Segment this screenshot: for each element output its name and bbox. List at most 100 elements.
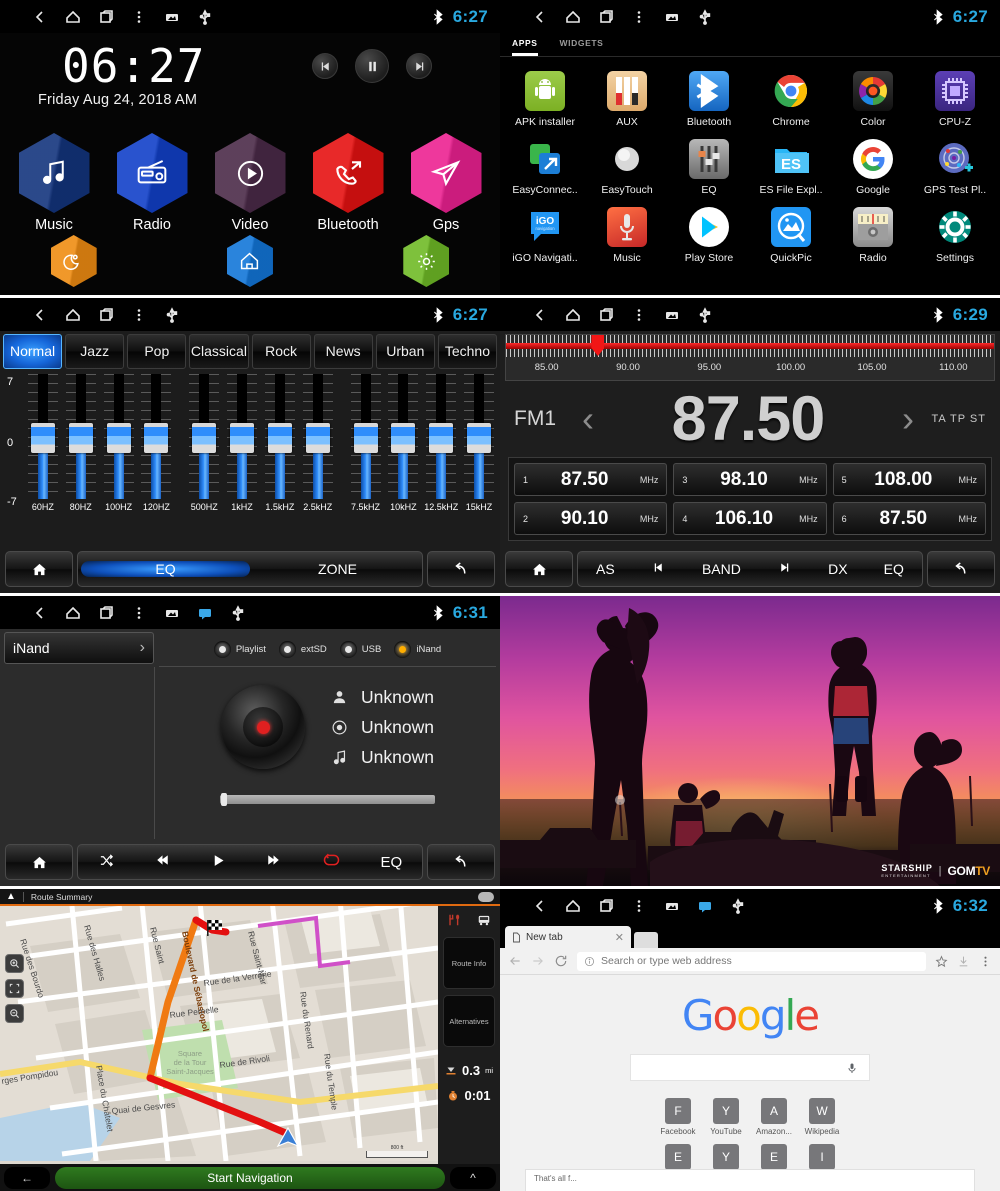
back-icon[interactable] — [32, 307, 48, 323]
radio-preset-3[interactable]: 3 98.10 MHz — [673, 463, 827, 496]
new-tab-button[interactable] — [634, 932, 658, 948]
eq-band-2.5khz[interactable]: 2.5kHZ — [299, 374, 337, 512]
radio-preset-1[interactable]: 1 87.50 MHz — [514, 463, 668, 496]
zoom-out-button[interactable] — [5, 1004, 24, 1023]
app-es-file-explorer[interactable]: ES ES File Expl.. — [750, 133, 832, 199]
overflow-icon[interactable] — [631, 307, 647, 323]
recents-icon[interactable] — [598, 898, 614, 914]
tune-down-button[interactable]: ‹ — [576, 398, 600, 440]
eq-band-12.5khz[interactable]: 12.5kHZ — [422, 374, 460, 512]
eq-band-500hz[interactable]: 500HZ — [185, 374, 223, 512]
radio-preset-4[interactable]: 4 106.10 MHz — [673, 502, 827, 535]
home-tile-home[interactable] — [226, 235, 273, 287]
nav-forward-icon[interactable] — [531, 954, 545, 968]
zone-tab[interactable]: ZONE — [253, 561, 422, 577]
eq-band-80hz[interactable]: 80HZ — [62, 374, 100, 512]
home-tile-video[interactable]: Video — [214, 133, 286, 233]
play-pause-button[interactable] — [355, 49, 389, 83]
poi-restaurant-icon[interactable] — [447, 913, 461, 927]
home-button[interactable] — [5, 844, 73, 880]
back-icon[interactable] — [532, 898, 548, 914]
shortcut-youtube[interactable]: Y YouTube — [703, 1094, 749, 1140]
eq-preset-urban[interactable]: Urban — [375, 334, 435, 369]
shuffle-button[interactable] — [98, 853, 115, 872]
shortcut-facebook[interactable]: F Facebook — [655, 1094, 701, 1140]
radio-preset-6[interactable]: 6 87.50 MHz — [832, 502, 986, 535]
home-tile-settings[interactable] — [403, 235, 450, 287]
eq-band-1.5khz[interactable]: 1.5kHZ — [261, 374, 299, 512]
home-icon[interactable] — [565, 307, 581, 323]
source-usb[interactable]: USB — [339, 640, 381, 658]
map-canvas[interactable]: Square de la Tour Saint-Jacques Rue des … — [0, 906, 438, 1164]
prev-station-button[interactable] — [651, 561, 666, 577]
browser-tab[interactable]: New tab ✕ — [505, 926, 631, 948]
home-icon[interactable] — [65, 9, 81, 25]
eq-preset-classical[interactable]: Classical — [189, 334, 249, 369]
shortcut-wikipedia[interactable]: W Wikipedia — [799, 1094, 845, 1140]
previous-track-button[interactable] — [312, 53, 338, 79]
eq-band-7.5khz[interactable]: 7.5kHZ — [347, 374, 385, 512]
source-extsd[interactable]: extSD — [278, 640, 327, 658]
app-gps-test-plus[interactable]: GPS Test Pl.. — [914, 133, 996, 199]
back-icon[interactable] — [532, 307, 548, 323]
usb-icon[interactable] — [164, 306, 180, 323]
app-igo-navigation[interactable]: iGO navigation iGO Navigati.. — [504, 201, 586, 267]
home-icon[interactable] — [65, 307, 81, 323]
sms-icon[interactable] — [197, 605, 213, 621]
ntp-article-card[interactable]: That's all f... — [525, 1169, 975, 1191]
omnibox[interactable]: Search or type web address — [577, 951, 926, 971]
eq-button[interactable]: EQ — [381, 854, 403, 871]
app-quickpic[interactable]: QuickPic — [750, 201, 832, 267]
screenshot-icon[interactable] — [664, 307, 680, 323]
overflow-icon[interactable] — [131, 605, 147, 621]
app-radio[interactable]: Radio — [832, 201, 914, 267]
radio-tuning-scale[interactable]: 85.00 90.00 95.00 100.00 105.00 110.00 — [505, 334, 995, 381]
eq-band-60hz[interactable]: 60HZ — [24, 374, 62, 512]
tab-apps[interactable]: APPS — [512, 38, 538, 56]
eq-preset-rock[interactable]: Rock — [251, 334, 311, 369]
home-tile-moon[interactable] — [50, 235, 97, 287]
screenshot-icon[interactable] — [664, 898, 680, 914]
eq-band-100hz[interactable]: 100HZ — [100, 374, 138, 512]
overflow-icon[interactable] — [631, 898, 647, 914]
recents-icon[interactable] — [98, 9, 114, 25]
screenshot-icon[interactable] — [164, 605, 180, 621]
eq-preset-techno[interactable]: Techno — [437, 334, 497, 369]
source-playlist[interactable]: Playlist — [213, 640, 266, 658]
screenshot-icon[interactable] — [664, 9, 680, 25]
app-easyconnect[interactable]: EasyConnec.. — [504, 133, 586, 199]
seek-bar[interactable] — [220, 793, 435, 806]
app-eq[interactable]: EQ — [668, 133, 750, 199]
source-inand[interactable]: iNand — [394, 640, 441, 658]
home-button[interactable] — [505, 551, 573, 587]
home-tile-music[interactable]: Music — [18, 133, 90, 233]
download-icon[interactable] — [957, 955, 970, 968]
close-tab-icon[interactable]: ✕ — [615, 931, 624, 944]
back-button[interactable] — [927, 551, 995, 587]
app-chrome[interactable]: Chrome — [750, 65, 832, 131]
next-track-button[interactable] — [406, 53, 432, 79]
usb-icon[interactable] — [197, 8, 213, 25]
microphone-icon[interactable] — [846, 1061, 858, 1075]
nav-expand-button[interactable]: ^ — [450, 1166, 496, 1189]
eq-band-1khz[interactable]: 1kHZ — [223, 374, 261, 512]
recents-icon[interactable] — [598, 307, 614, 323]
eq-band-15khz[interactable]: 15kHZ — [460, 374, 498, 512]
radio-preset-2[interactable]: 2 90.10 MHz — [514, 502, 668, 535]
usb-icon[interactable] — [230, 604, 246, 621]
app-music[interactable]: Music — [586, 201, 668, 267]
radio-preset-5[interactable]: 5 108.00 MHz — [832, 463, 986, 496]
home-tile-bluetooth[interactable]: Bluetooth — [312, 133, 384, 233]
band-button[interactable]: BAND — [702, 561, 741, 577]
ntp-search-box[interactable] — [630, 1054, 870, 1081]
eq-band-10khz[interactable]: 10kHZ — [384, 374, 422, 512]
start-navigation-button[interactable]: Start Navigation — [55, 1166, 445, 1189]
app-settings[interactable]: Settings — [914, 201, 996, 267]
recenter-button[interactable] — [5, 979, 24, 998]
previous-button[interactable] — [154, 853, 171, 871]
recents-icon[interactable] — [598, 9, 614, 25]
eq-button[interactable]: EQ — [884, 561, 904, 577]
eq-preset-jazz[interactable]: Jazz — [65, 334, 125, 369]
nav-up-arrow-icon[interactable]: ▲ — [6, 891, 16, 902]
play-button[interactable] — [211, 853, 226, 872]
